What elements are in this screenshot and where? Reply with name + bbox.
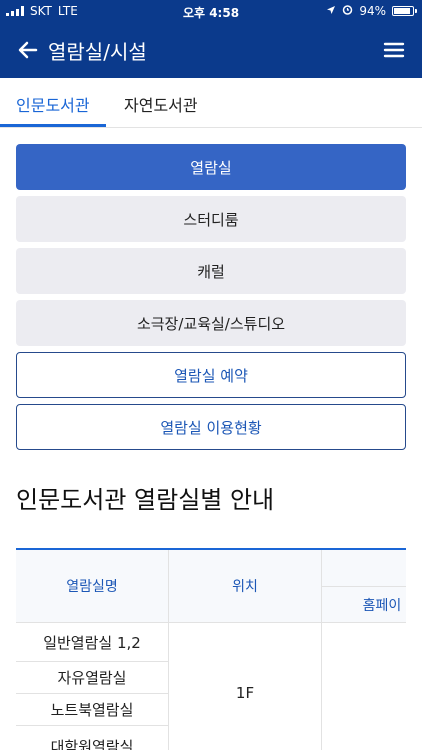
- col-divider: [321, 550, 322, 750]
- menu-icon[interactable]: [382, 38, 406, 62]
- tab-science-library[interactable]: 자연도서관: [124, 92, 198, 116]
- location-icon: [326, 4, 336, 18]
- header-location: 위치: [169, 550, 321, 622]
- library-tabs: 인문도서관 자연도서관: [0, 78, 422, 128]
- battery-icon: [392, 6, 417, 16]
- back-arrow-icon[interactable]: [14, 36, 42, 64]
- theater-education-studio-button[interactable]: 소극장/교육실/스튜디오: [16, 300, 406, 346]
- col-divider: [168, 550, 169, 750]
- status-bar: SKT LTE 오후 4:58 94%: [0, 0, 422, 22]
- reading-room-button[interactable]: 열람실: [16, 144, 406, 190]
- carrel-button[interactable]: 캐럴: [16, 248, 406, 294]
- app-bar: 열람실/시설: [0, 22, 422, 78]
- page-title: 열람실/시설: [48, 40, 147, 64]
- reading-room-reservation-button[interactable]: 열람실 예약: [16, 352, 406, 398]
- header-homepage: 홈페이: [322, 587, 406, 622]
- reading-room-status-button[interactable]: 열람실 이용현황: [16, 404, 406, 450]
- study-room-button[interactable]: 스터디룸: [16, 196, 406, 242]
- status-right: 94%: [326, 4, 417, 18]
- active-tab-indicator: [0, 124, 106, 127]
- row-divider: [322, 586, 406, 587]
- battery-percent: 94%: [359, 4, 386, 18]
- location-cell: 1F: [235, 684, 255, 702]
- tab-humanities-library[interactable]: 인문도서관: [16, 92, 90, 116]
- table-row: 자유열람실: [57, 668, 127, 687]
- table-row: 일반열람실 1,2: [43, 633, 141, 652]
- header-group-empty: [322, 550, 406, 586]
- table-row: 대학원열람실: [50, 737, 134, 750]
- reading-room-table: 열람실명 위치 홈페이 일반열람실 1,2 자유열람실 노트북열람실 대학원열람…: [16, 548, 406, 750]
- header-room-name: 열람실명: [16, 550, 168, 622]
- table-row: 노트북열람실: [50, 700, 134, 719]
- row-divider: [16, 725, 168, 726]
- section-title: 인문도서관 열람실별 안내: [16, 486, 275, 514]
- alarm-icon: [342, 4, 353, 18]
